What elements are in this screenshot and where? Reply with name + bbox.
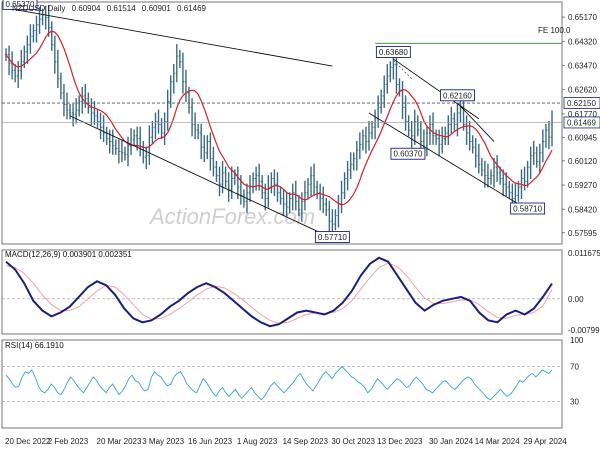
macd-axis-label: 0.00 <box>568 295 584 304</box>
price-axis-label: 0.60120 <box>568 157 597 166</box>
ohlc-close: 0.61469 <box>177 4 206 13</box>
date-axis-label: 16 Jun 2023 <box>188 437 233 446</box>
price-axis-label: 0.57595 <box>568 229 597 238</box>
price-axis-label: 0.65170 <box>568 13 597 22</box>
date-axis-label: 30 Jan 2024 <box>429 437 474 446</box>
date-axis-label: 29 Apr 2024 <box>524 437 568 446</box>
price-axis-label: 0.59270 <box>568 181 597 190</box>
price-axis-label: 0.64320 <box>568 37 597 46</box>
date-axis-label: 3 May 2023 <box>142 437 184 446</box>
date-axis-label: 20 Dec 2022 <box>5 437 51 446</box>
price-axis-label: 0.63470 <box>568 61 597 70</box>
rsi-axis-label: 30 <box>570 398 579 407</box>
rsi-axis-label: 100 <box>570 336 584 345</box>
date-axis-label: 30 Oct 2023 <box>331 437 375 446</box>
swing-label-text: 0.63680 <box>379 48 408 57</box>
ohlc-low: 0.60901 <box>142 4 171 13</box>
date-axis-label: 1 Aug 2023 <box>237 437 278 446</box>
swing-label-text: 0.60370 <box>393 150 422 159</box>
ohlc-open: 0.60904 <box>72 4 101 13</box>
price-header: NZDUSD Daily 0.60904 0.61514 0.60901 0.6… <box>12 4 207 13</box>
instrument-label: NZDUSD Daily <box>12 4 65 13</box>
date-axis-label: 14 Mar 2024 <box>475 437 520 446</box>
price-axis-label: 0.58420 <box>568 205 597 214</box>
date-axis-label: 13 Dec 2023 <box>377 437 423 446</box>
swing-label-text: 0.62160 <box>443 91 472 100</box>
price-level-badge-text: 0.61469 <box>567 118 596 127</box>
macd-header: MACD(12,26,9) 0.003901 0.002351 <box>5 250 132 259</box>
macd-axis-label: -0.007999 <box>568 326 600 335</box>
fe-label: FE 100.0 <box>538 26 571 35</box>
date-axis-label: 2 Feb 2023 <box>48 437 89 446</box>
date-axis-label: 14 Sep 2023 <box>283 437 329 446</box>
price-level-badge-text: 0.62150 <box>567 99 596 108</box>
price-axis-label: 0.60945 <box>568 133 597 142</box>
price-axis-label: 0.62620 <box>568 86 597 95</box>
rsi-axis-label: 70 <box>570 362 579 371</box>
ohlc-high: 0.61514 <box>107 4 136 13</box>
chart-root: ActionForex.com 0.651700.643200.634700.6… <box>0 0 600 450</box>
swing-label-text: 0.57710 <box>318 233 347 242</box>
date-axis-label: 20 Mar 2023 <box>97 437 142 446</box>
rsi-header: RSI(14) 66.1910 <box>5 341 64 350</box>
macd-axis-label: 0.011675 <box>568 249 600 258</box>
swing-label-text: 0.58710 <box>513 205 542 214</box>
